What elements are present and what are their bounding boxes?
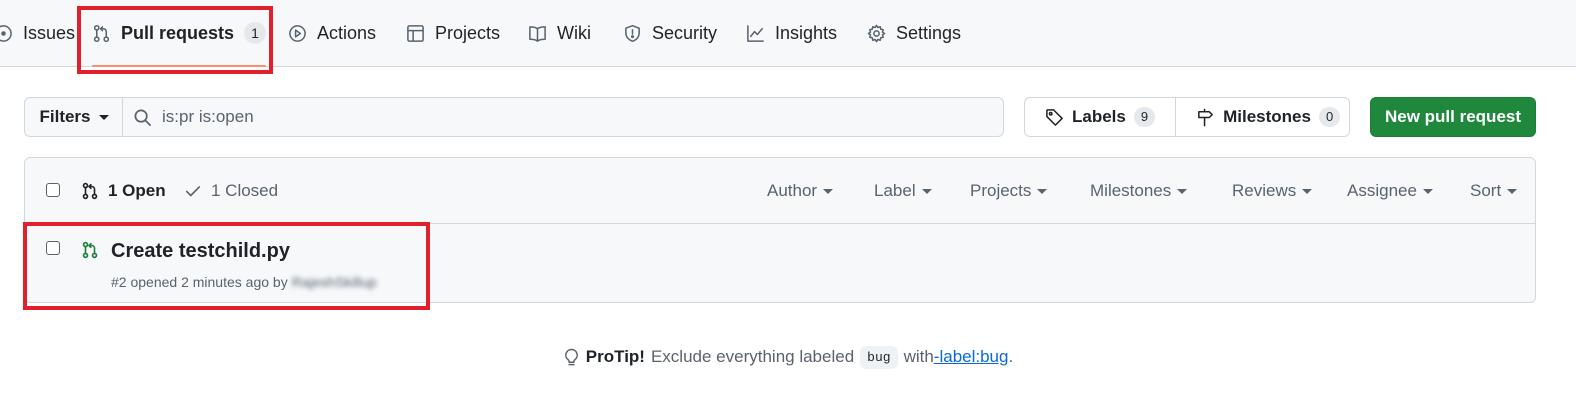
author-filter-label: Author (767, 181, 818, 200)
projects-filter[interactable]: Projects (970, 158, 1048, 224)
filters-button[interactable]: Filters (24, 97, 123, 137)
tab-issues-label: Issues (23, 22, 76, 43)
tab-security-label: Security (652, 22, 718, 43)
chevron-down-icon (921, 188, 932, 194)
closed-filter-link[interactable]: 1 Closed (184, 158, 278, 224)
protip-link[interactable]: -label:bug (934, 347, 1009, 367)
search-input[interactable] (162, 107, 962, 127)
tab-wiki-label: Wiki (557, 22, 591, 43)
tab-projects-label: Projects (435, 22, 501, 43)
label-filter-label: Label (874, 181, 916, 200)
protip-suffix: . (1008, 347, 1014, 366)
light-bulb-icon (564, 348, 578, 365)
milestones-filter[interactable]: Milestones (1090, 158, 1188, 224)
new-pull-request-label: New pull request (1384, 107, 1522, 126)
reviews-filter[interactable]: Reviews (1232, 158, 1313, 224)
chevron-down-icon (1177, 188, 1188, 194)
table-row: Create testchild.py #2 opened 2 minutes … (25, 224, 1535, 302)
filters-button-label: Filters (39, 107, 91, 126)
list-header: 1 Open 1 Closed Author Label Projects Mi… (25, 158, 1535, 224)
closed-count-label: 1 Closed (211, 181, 279, 200)
labels-milestones-group: Labels 9 Milestones 0 (1024, 97, 1350, 137)
git-pull-request-icon (82, 241, 98, 259)
tab-issues[interactable]: Issues (0, 0, 75, 66)
sort-filter-label: Sort (1470, 181, 1502, 200)
repo-nav: Issues Pull requests 1 Actions Projects … (0, 0, 1576, 67)
new-pull-request-button[interactable]: New pull request (1370, 97, 1536, 137)
pull-request-author-link[interactable]: RajeshSkillup (292, 274, 377, 290)
git-pull-request-icon (93, 24, 110, 42)
projects-filter-label: Projects (970, 181, 1032, 200)
graph-icon (747, 24, 764, 42)
chevron-down-icon (98, 114, 109, 120)
pull-request-meta: #2 opened 2 minutes ago by RajeshSkillup (111, 274, 377, 290)
tab-security[interactable]: Security (623, 0, 717, 66)
milestones-count: 0 (1318, 107, 1341, 127)
sort-filter[interactable]: Sort (1470, 158, 1518, 224)
tab-settings-label: Settings (896, 22, 962, 43)
issue-opened-icon (0, 24, 12, 42)
author-filter[interactable]: Author (767, 158, 834, 224)
tab-insights[interactable]: Insights (746, 0, 837, 66)
chevron-down-icon (1422, 188, 1433, 194)
gear-icon (867, 24, 886, 42)
tab-actions-label: Actions (317, 22, 377, 43)
tab-actions[interactable]: Actions (288, 0, 376, 66)
milestones-button-label: Milestones (1223, 107, 1311, 126)
tab-insights-label: Insights (775, 22, 838, 43)
play-icon (289, 24, 306, 42)
labels-button[interactable]: Labels 9 (1025, 98, 1175, 136)
tab-wiki[interactable]: Wiki (528, 0, 591, 66)
open-count-label: 1 Open (108, 181, 166, 200)
search-icon (134, 109, 151, 126)
tab-pull-requests[interactable]: Pull requests 1 (92, 0, 267, 67)
tab-pull-requests-label: Pull requests (121, 22, 235, 43)
tab-settings[interactable]: Settings (867, 0, 961, 66)
table-icon (407, 24, 424, 42)
protip-text: Exclude everything labeled (650, 347, 855, 366)
search-container (122, 97, 1004, 137)
chevron-down-icon (823, 188, 834, 194)
milestones-filter-label: Milestones (1090, 181, 1172, 200)
labels-button-label: Labels (1072, 107, 1126, 126)
chevron-down-icon (1507, 188, 1518, 194)
pull-request-list: 1 Open 1 Closed Author Label Projects Mi… (24, 157, 1536, 303)
protip: ProTip! Exclude everything labeled bug w… (0, 342, 1576, 372)
book-icon (529, 25, 546, 42)
protip-prefix: ProTip! (585, 347, 645, 366)
reviews-filter-label: Reviews (1232, 181, 1297, 200)
pull-requests-count: 1 (244, 22, 267, 44)
chevron-down-icon (1302, 188, 1313, 194)
pull-request-meta-text: #2 opened 2 minutes ago by (111, 274, 288, 290)
git-pull-request-icon (82, 182, 98, 200)
milestones-button[interactable]: Milestones 0 (1175, 98, 1360, 136)
shield-icon (625, 24, 640, 42)
tag-icon (1046, 108, 1063, 126)
select-all-checkbox[interactable] (46, 183, 60, 197)
row-checkbox[interactable] (46, 241, 60, 255)
open-filter-link[interactable]: 1 Open (81, 158, 166, 224)
assignee-filter-label: Assignee (1347, 181, 1417, 200)
assignee-filter[interactable]: Assignee (1347, 158, 1433, 224)
protip-code: bug (860, 345, 898, 369)
protip-with: with (903, 347, 934, 366)
label-filter[interactable]: Label (874, 158, 932, 224)
labels-count: 9 (1133, 107, 1156, 127)
chevron-down-icon (1037, 188, 1048, 194)
pull-request-title-link[interactable]: Create testchild.py (111, 240, 290, 263)
tab-projects[interactable]: Projects (406, 0, 500, 66)
check-icon (185, 186, 201, 197)
milestone-icon (1198, 108, 1214, 126)
